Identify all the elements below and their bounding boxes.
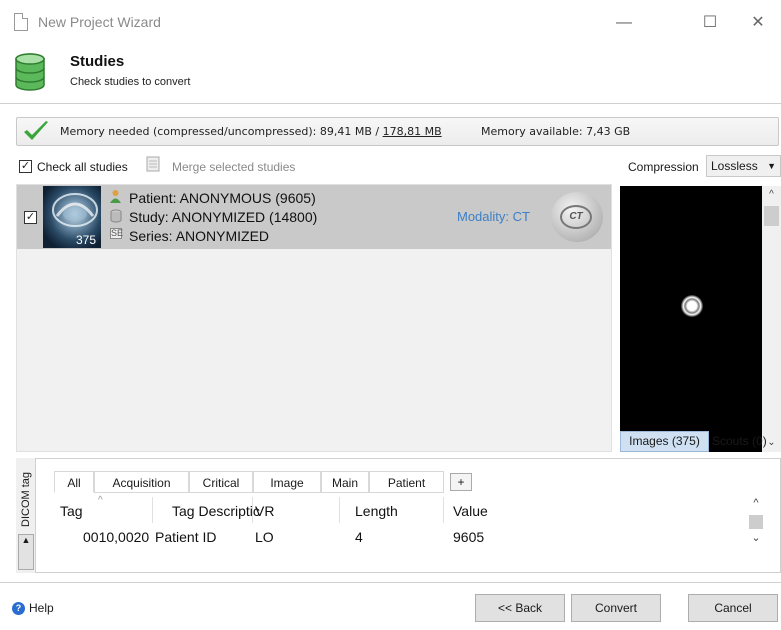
study-icon bbox=[110, 209, 122, 223]
modality-label: Modality: CT bbox=[457, 209, 530, 224]
page-subtitle: Check studies to convert bbox=[70, 76, 191, 88]
scroll-down-icon[interactable]: ⌄ bbox=[746, 531, 766, 548]
tab-acquisition[interactable]: Acquisition bbox=[94, 471, 189, 493]
study-checkbox[interactable]: ✓ bbox=[24, 211, 37, 224]
maximize-button[interactable]: ☐ bbox=[687, 8, 733, 38]
scroll-up-icon[interactable]: ^ bbox=[746, 497, 766, 514]
minimize-button[interactable]: — bbox=[601, 8, 647, 38]
check-all-label[interactable]: Check all studies bbox=[37, 160, 128, 174]
series-icon: SE bbox=[110, 228, 124, 239]
convert-button[interactable]: Convert bbox=[571, 594, 661, 622]
column-header-length[interactable]: Length bbox=[355, 503, 398, 519]
study-text: Study: ANONYMIZED (14800) bbox=[129, 209, 318, 225]
merge-studies-button[interactable]: Merge selected studies bbox=[172, 160, 295, 174]
compression-value: Lossless bbox=[711, 159, 758, 173]
ct-badge-text: CT bbox=[560, 205, 592, 229]
image-count: 375 bbox=[76, 233, 97, 247]
tab-main[interactable]: Main bbox=[321, 471, 369, 493]
memory-needed-label: Memory needed (compressed/uncompressed):… bbox=[60, 125, 383, 138]
merge-icon bbox=[146, 156, 160, 172]
column-header-tag[interactable]: Tag bbox=[60, 503, 83, 519]
memory-uncompressed-value: 178,81 MB bbox=[382, 125, 442, 138]
patient-text: Patient: ANONYMOUS (9605) bbox=[129, 190, 316, 206]
column-divider bbox=[339, 497, 340, 523]
cell-vr[interactable]: LO bbox=[255, 529, 274, 545]
memory-needed-text: Memory needed (compressed/uncompressed):… bbox=[60, 125, 442, 138]
help-link[interactable]: Help bbox=[29, 601, 54, 615]
document-icon bbox=[14, 13, 28, 31]
header-divider bbox=[0, 103, 781, 104]
column-header-vr[interactable]: VR bbox=[255, 503, 274, 519]
scroll-thumb[interactable] bbox=[764, 206, 779, 226]
page-title: Studies bbox=[70, 53, 125, 70]
checkmark-icon bbox=[24, 121, 48, 140]
column-divider bbox=[252, 497, 253, 523]
database-icon bbox=[15, 53, 45, 91]
cell-value[interactable]: 9605 bbox=[453, 529, 484, 545]
cell-description[interactable]: Patient ID bbox=[155, 529, 216, 545]
help-icon[interactable]: ? bbox=[12, 602, 25, 615]
tab-image[interactable]: Image bbox=[253, 471, 321, 493]
column-header-value[interactable]: Value bbox=[453, 503, 488, 519]
tab-patient[interactable]: Patient bbox=[369, 471, 444, 493]
scroll-thumb[interactable] bbox=[749, 515, 763, 529]
close-button[interactable]: ✕ bbox=[735, 8, 781, 38]
sort-caret-icon: ^ bbox=[98, 495, 103, 506]
series-text: Series: ANONYMIZED bbox=[129, 228, 270, 244]
image-preview[interactable] bbox=[620, 186, 762, 452]
tab-all[interactable]: All bbox=[54, 471, 94, 493]
preview-scrollbar[interactable]: ^ ⌄ bbox=[762, 186, 781, 452]
tab-scouts[interactable]: Scouts (0) bbox=[712, 434, 767, 448]
window-title: New Project Wizard bbox=[38, 14, 161, 30]
panel-toggle-button[interactable]: ▲ bbox=[18, 534, 34, 570]
dicom-tag-label: DICOM tag bbox=[20, 471, 32, 527]
add-tab-button[interactable]: + bbox=[450, 473, 472, 491]
cancel-button[interactable]: Cancel bbox=[688, 594, 778, 622]
compression-label: Compression bbox=[628, 160, 699, 174]
tab-critical[interactable]: Critical bbox=[189, 471, 253, 493]
compression-select[interactable]: Lossless ▼ bbox=[706, 155, 781, 177]
patient-icon bbox=[110, 190, 121, 203]
ct-slice-image bbox=[681, 295, 703, 317]
back-button[interactable]: << Back bbox=[475, 594, 565, 622]
grid-scrollbar[interactable]: ^ ⌄ bbox=[746, 497, 766, 565]
memory-available-text: Memory available: 7,43 GB bbox=[481, 125, 631, 138]
chevron-down-icon: ▼ bbox=[767, 161, 776, 171]
cell-length[interactable]: 4 bbox=[355, 529, 363, 545]
column-divider bbox=[443, 497, 444, 523]
column-divider bbox=[152, 497, 153, 523]
tab-images[interactable]: Images (375) bbox=[620, 431, 709, 452]
scroll-up-icon[interactable]: ^ bbox=[762, 186, 781, 204]
footer-divider bbox=[0, 582, 781, 583]
cell-tag[interactable]: 0010,0020 bbox=[83, 529, 149, 545]
column-header-description[interactable]: Tag Descriptic bbox=[172, 503, 260, 519]
check-all-checkbox[interactable]: ✓ bbox=[19, 160, 32, 173]
